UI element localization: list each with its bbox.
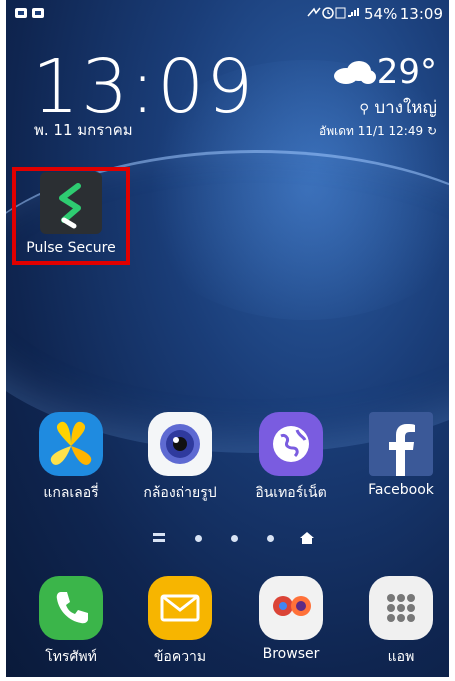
camera-icon — [148, 412, 212, 476]
page-indicator[interactable] — [146, 530, 326, 546]
location-pin-icon: ⚲ — [359, 102, 369, 117]
notification-icons — [14, 6, 50, 24]
weather-updated[interactable]: อัพเดท 11/1 12:49 ↻ — [319, 122, 437, 141]
home-screen: 54% 13:09 13:09 พ. 11 มกราคม 29° ⚲ บางให… — [6, 0, 449, 677]
app-label: ข้อความ — [153, 649, 207, 665]
app-label: โทรศัพท์ — [45, 649, 97, 665]
status-bar[interactable]: 54% 13:09 — [6, 0, 449, 28]
app-label: แกลเลอรี่ — [43, 485, 99, 501]
app-facebook[interactable]: Facebook — [353, 412, 449, 498]
weather-location[interactable]: ⚲ บางใหญ่ — [359, 94, 437, 121]
updated-text: อัพเดท 11/1 12:49 — [319, 124, 424, 138]
app-camera[interactable]: กล้องถ่ายรูป — [132, 412, 228, 504]
system-status-icons — [306, 6, 360, 23]
home-page-icon[interactable] — [300, 532, 314, 544]
app-label: แอพ — [387, 649, 415, 665]
gallery-icon — [39, 412, 103, 476]
refresh-icon[interactable]: ↻ — [427, 124, 437, 138]
app-gallery[interactable]: แกลเลอรี่ — [23, 412, 119, 504]
menu-lines-icon[interactable] — [153, 533, 165, 542]
dock-phone[interactable]: โทรศัพท์ — [23, 576, 119, 668]
location-name: บางใหญ่ — [374, 98, 437, 118]
page-dot[interactable] — [267, 535, 274, 542]
weather-temperature[interactable]: 29° — [377, 52, 437, 92]
status-time: 13:09 — [399, 5, 443, 23]
messages-icon — [148, 576, 212, 640]
browser-icon — [259, 576, 323, 640]
dock-apps[interactable]: แอพ — [353, 576, 449, 668]
apps-icon — [369, 576, 433, 640]
internet-icon — [259, 412, 323, 476]
highlight-box — [12, 167, 130, 265]
app-label: กล้องถ่ายรูป — [143, 485, 217, 501]
app-label: อินเทอร์เน็ต — [255, 485, 327, 501]
facebook-icon — [369, 412, 433, 476]
app-label: Browser — [262, 646, 320, 662]
notification-app-icons — [15, 8, 44, 18]
phone-icon — [39, 576, 103, 640]
battery-level: 54% — [364, 5, 398, 23]
dock-browser[interactable]: Browser — [243, 576, 339, 662]
page-dot[interactable] — [195, 535, 202, 542]
page-dot[interactable] — [231, 535, 238, 542]
app-internet[interactable]: อินเทอร์เน็ต — [243, 412, 339, 504]
clock-date: พ. 11 มกราคม — [34, 121, 133, 139]
dock-messages[interactable]: ข้อความ — [132, 576, 228, 668]
app-label: Facebook — [368, 482, 434, 498]
cloud-icon — [334, 61, 376, 84]
